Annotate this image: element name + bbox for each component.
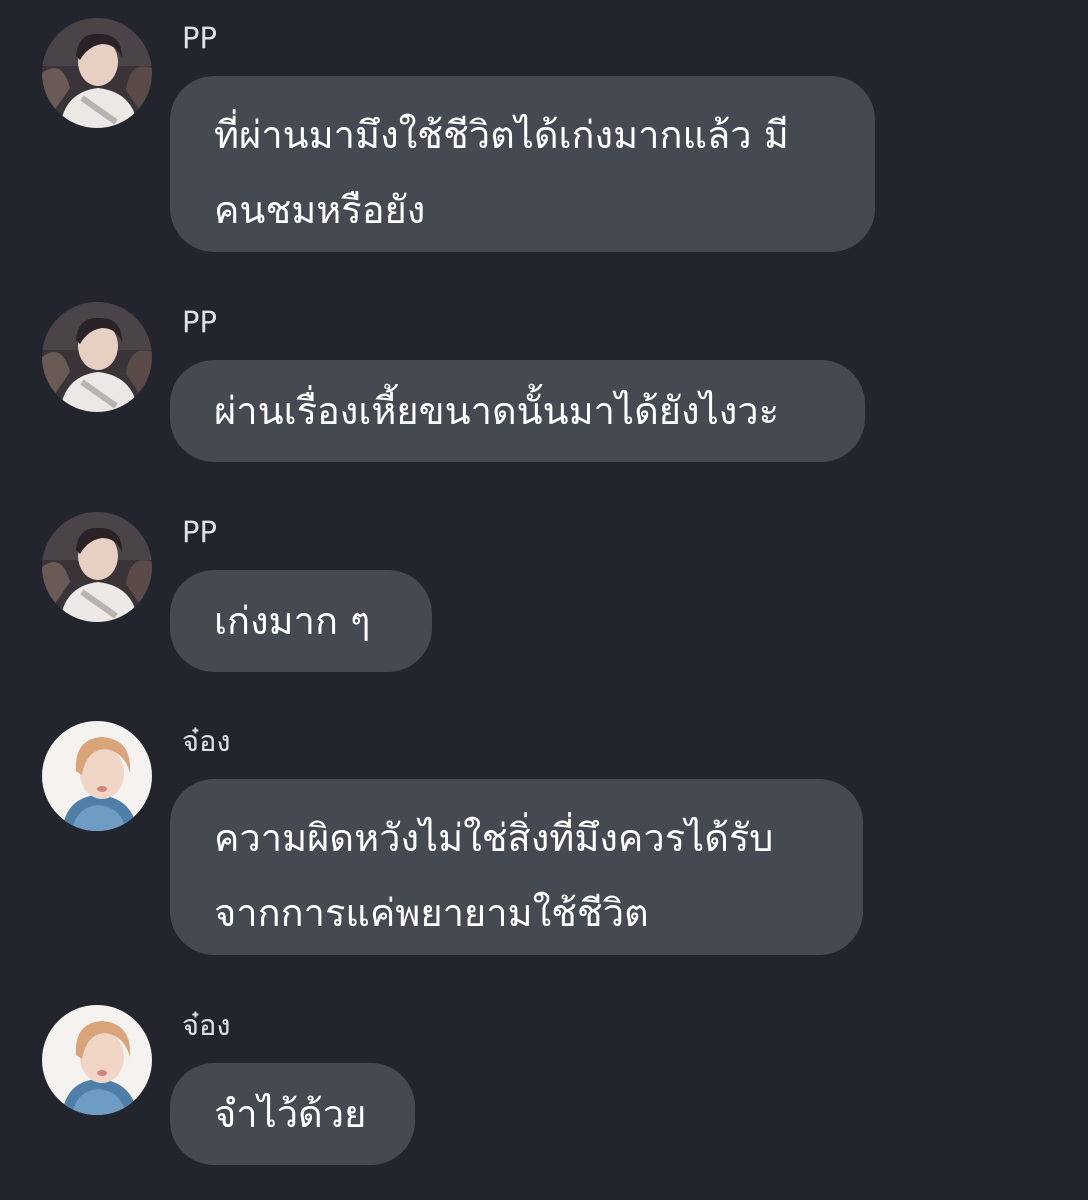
- message-bubble[interactable]: เก่งมาก ๆ: [170, 570, 432, 672]
- message-bubble[interactable]: ความผิดหวังไม่ใช่สิ่งที่มึงควรได้รับ จาก…: [170, 779, 863, 955]
- avatar[interactable]: [42, 18, 152, 128]
- message-text: ความผิดหวังไม่ใช่สิ่งที่มึงควรได้รับ: [214, 816, 774, 860]
- message-bubble[interactable]: จำไว้ด้วย: [170, 1063, 415, 1165]
- chat-thread: PP ที่ผ่านมามึงใช้ชีวิตได้เก่งมากแล้ว มี…: [0, 0, 1088, 1200]
- sender-name: จ๋อง: [182, 724, 231, 758]
- message-text: ผ่านเรื่องเหี้ยขนาดนั้นมาได้ยังไงวะ: [214, 389, 779, 433]
- message-text: คนชมหรือยัง: [214, 188, 426, 232]
- message-text: เก่งมาก ๆ: [214, 599, 371, 643]
- message-text: จำไว้ด้วย: [214, 1092, 367, 1136]
- jong-avatar-image: [42, 721, 152, 831]
- avatar[interactable]: [42, 302, 152, 412]
- message-bubble[interactable]: ผ่านเรื่องเหี้ยขนาดนั้นมาได้ยังไงวะ: [170, 360, 865, 462]
- sender-name: PP: [182, 305, 217, 339]
- pp-avatar-image: [42, 18, 152, 128]
- message-text: ที่ผ่านมามึงใช้ชีวิตได้เก่งมากแล้ว มี: [214, 113, 789, 157]
- message-bubble[interactable]: ที่ผ่านมามึงใช้ชีวิตได้เก่งมากแล้ว มี คน…: [170, 76, 875, 252]
- message-text: จากการแค่พยายามใช้ชีวิต: [214, 891, 649, 935]
- avatar[interactable]: [42, 1005, 152, 1115]
- avatar[interactable]: [42, 512, 152, 622]
- pp-avatar-image: [42, 302, 152, 412]
- sender-name: จ๋อง: [182, 1008, 231, 1042]
- avatar[interactable]: [42, 721, 152, 831]
- pp-avatar-image: [42, 512, 152, 622]
- jong-avatar-image: [42, 1005, 152, 1115]
- sender-name: PP: [182, 515, 217, 549]
- sender-name: PP: [182, 21, 217, 55]
